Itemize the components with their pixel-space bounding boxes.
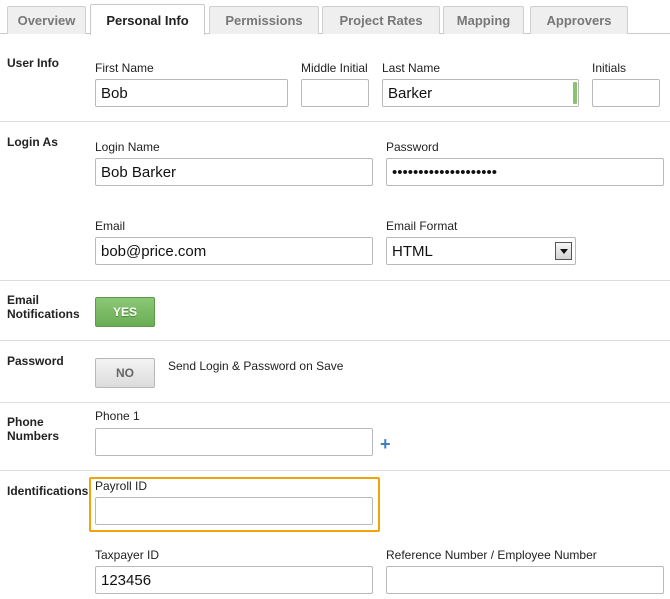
phone1-input[interactable] bbox=[95, 428, 373, 456]
taxpayer-id-label: Taxpayer ID bbox=[95, 548, 160, 562]
middle-initial-input[interactable] bbox=[301, 79, 369, 107]
password-section-label: Password bbox=[7, 354, 64, 368]
first-name-input[interactable] bbox=[95, 79, 288, 107]
email-format-select[interactable]: HTML bbox=[386, 237, 576, 265]
password-label: Password bbox=[386, 140, 439, 154]
plus-icon[interactable]: + bbox=[380, 434, 391, 455]
reference-number-label: Reference Number / Employee Number bbox=[386, 548, 597, 562]
payroll-id-label: Payroll ID bbox=[95, 479, 148, 493]
password-section: Password NO Send Login & Password on Sav… bbox=[0, 341, 670, 403]
tab-permissions[interactable]: Permissions bbox=[209, 6, 319, 34]
phone-numbers-label: Phone Numbers bbox=[7, 415, 59, 443]
email-notifications-label-line2: Notifications bbox=[7, 307, 80, 321]
chevron-down-icon[interactable] bbox=[555, 242, 572, 260]
identifications-label: Identifications bbox=[7, 484, 89, 498]
initials-input[interactable] bbox=[592, 79, 660, 107]
last-name-input[interactable] bbox=[382, 79, 579, 107]
last-name-label: Last Name bbox=[382, 61, 441, 75]
tab-mapping[interactable]: Mapping bbox=[443, 6, 524, 34]
tab-approvers[interactable]: Approvers bbox=[530, 6, 628, 34]
login-name-label: Login Name bbox=[95, 140, 160, 154]
first-name-label: First Name bbox=[95, 61, 154, 75]
tab-project-rates[interactable]: Project Rates bbox=[322, 6, 440, 34]
phone-numbers-label-line1: Phone bbox=[7, 415, 44, 429]
email-format-label: Email Format bbox=[386, 219, 458, 233]
password-input[interactable] bbox=[386, 158, 664, 186]
phone1-label: Phone 1 bbox=[95, 409, 140, 423]
user-info-label: User Info bbox=[7, 56, 60, 70]
tab-bar: Overview Personal Info Permissions Proje… bbox=[0, 0, 670, 35]
email-notifications-toggle[interactable]: YES bbox=[95, 297, 155, 327]
middle-initial-label: Middle Initial bbox=[301, 61, 368, 75]
tab-overview[interactable]: Overview bbox=[7, 6, 86, 34]
email-notifications-label: Email Notifications bbox=[7, 293, 80, 321]
send-password-toggle[interactable]: NO bbox=[95, 358, 155, 388]
login-as-section: Login As Login Name Password Email Email… bbox=[0, 122, 670, 281]
tab-personal-info[interactable]: Personal Info bbox=[90, 4, 205, 35]
initials-label: Initials bbox=[592, 61, 627, 75]
taxpayer-id-input[interactable] bbox=[95, 566, 373, 594]
email-label: Email bbox=[95, 219, 126, 233]
user-info-section: User Info First Name Middle Initial Last… bbox=[0, 34, 670, 122]
login-name-input[interactable] bbox=[95, 158, 373, 186]
email-notifications-section: Email Notifications YES bbox=[0, 281, 670, 341]
email-notifications-label-line1: Email bbox=[7, 293, 40, 307]
valid-indicator bbox=[573, 82, 577, 104]
payroll-id-input[interactable] bbox=[95, 497, 373, 525]
send-login-text: Send Login & Password on Save bbox=[168, 359, 344, 373]
phone-numbers-section: Phone Numbers Phone 1 + bbox=[0, 403, 670, 471]
phone-numbers-label-line2: Numbers bbox=[7, 429, 60, 443]
email-format-value: HTML bbox=[392, 242, 433, 260]
identifications-section: Identifications Payroll ID Taxpayer ID R… bbox=[0, 471, 670, 599]
login-as-label: Login As bbox=[7, 135, 58, 149]
reference-number-input[interactable] bbox=[386, 566, 664, 594]
email-input[interactable] bbox=[95, 237, 373, 265]
